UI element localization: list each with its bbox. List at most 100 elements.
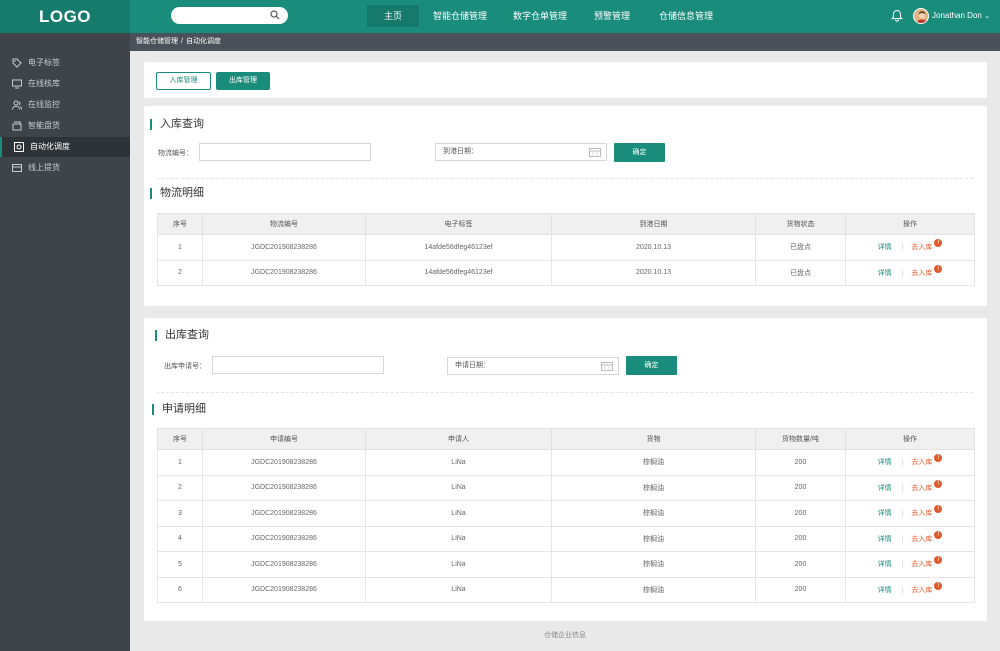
inbound-confirm-button[interactable]: 确定 [614,143,665,162]
nav-smart-storage[interactable]: 智能仓储管理 [427,5,493,27]
cell-code: JGDC201908238286 [202,449,366,476]
search-input[interactable] [171,7,288,24]
sidebar-item-inventory[interactable]: 智能盘货 [0,116,130,136]
alert-icon: ! [934,264,943,273]
sidebar-item-label: 自动化调度 [30,142,70,151]
apply-number-label: 出库申请号： [164,363,206,370]
tab-inbound[interactable]: 入库管理 [156,72,211,90]
table-row: 2 JGDC201908238286 LiNa 棕榈油 200 详情 | 去入库! [157,474,975,501]
cell-code: JGDC201908238286 [202,259,366,286]
bell-icon[interactable] [891,9,903,22]
cell-no: 2 [157,474,203,501]
cell-person: LiNa [365,500,552,527]
col-header: 到港日期 [551,213,756,235]
tab-outbound[interactable]: 出库管理 [216,72,270,90]
table-row: 4 JGDC201908238286 LiNa 棕榈油 200 详情 | 去入库! [157,525,975,552]
cell-qty: 200 [755,551,846,578]
detail-link[interactable]: 详情 [878,270,892,277]
col-header: 申请编号 [202,428,366,450]
cell-ops: 详情 | 去入库! [845,551,975,578]
stock-in-link[interactable]: 去入库 [911,244,932,251]
arrival-date-input[interactable]: 到港日期： [435,143,607,161]
cell-goods: 棕榈油 [551,551,756,578]
detail-link[interactable]: 详情 [878,510,892,517]
alert-icon: ! [934,505,943,514]
cell-no: 5 [157,551,203,578]
cell-person: LiNa [365,551,552,578]
sidebar: 电子标签 在线核库 在线监控 智能盘货 自动化调度 线上提货 [0,33,130,651]
apply-detail-title: 申请明细 [152,404,206,415]
table-row: 2 JGDC201908238286 14afde56dfeg46123ef 2… [157,259,975,286]
cell-ops: 详情 | 去入库! [845,474,975,501]
arrival-date-label: 到港日期： [443,148,478,155]
col-header: 序号 [157,213,203,235]
outbound-confirm-button[interactable]: 确定 [626,356,677,375]
op-separator: | [901,459,904,467]
cell-ops: 详情 | 去入库! [845,259,975,286]
cell-no: 3 [157,500,203,527]
alert-icon: ! [934,530,943,539]
sidebar-item-online-check[interactable]: 在线核库 [0,74,130,94]
user-menu[interactable]: Jonathan Don ⌄ [932,11,990,20]
col-header: 电子标签 [365,213,552,235]
avatar[interactable] [913,8,929,24]
cell-person: LiNa [365,449,552,476]
footer-text: 仓储企业信息 [544,632,586,639]
cell-ops: 详情 | 去入库! [845,525,975,552]
sidebar-item-e-tag[interactable]: 电子标签 [0,53,130,73]
cell-code: JGDC201908238286 [202,576,366,603]
sidebar-item-label: 电子标签 [28,58,60,67]
logistics-table: 序号 物流编号 电子标签 到港日期 货物状态 操作 1 JGDC20190823… [157,213,975,286]
sidebar-item-scheduling[interactable]: 自动化调度 [0,137,130,157]
cell-no: 2 [157,259,203,286]
detail-link[interactable]: 详情 [878,536,892,543]
breadcrumb: 智能仓储管理 / 自动化调度 [130,33,1000,51]
tracking-number-input[interactable] [199,143,371,161]
detail-link[interactable]: 详情 [878,244,892,251]
cell-qty: 200 [755,500,846,527]
alert-icon: ! [934,239,943,248]
op-separator: | [901,269,904,277]
nav-storage-info[interactable]: 仓储信息管理 [653,5,719,27]
cell-no: 1 [157,234,203,261]
detail-link[interactable]: 详情 [878,587,892,594]
nav-warning[interactable]: 预警管理 [588,5,636,27]
stock-in-link[interactable]: 去入库 [911,485,932,492]
search-icon[interactable] [270,10,280,20]
nav-digital-receipt[interactable]: 数字仓单管理 [507,5,573,27]
stock-in-link[interactable]: 去入库 [911,270,932,277]
stock-in-link[interactable]: 去入库 [911,561,932,568]
detail-link[interactable]: 详情 [878,459,892,466]
cell-goods: 棕榈油 [551,449,756,476]
calendar-icon[interactable] [601,362,613,371]
stock-in-link[interactable]: 去入库 [911,536,932,543]
cell-qty: 200 [755,576,846,603]
cell-no: 1 [157,449,203,476]
users-icon [12,100,22,110]
sidebar-item-pickup[interactable]: 线上提货 [0,158,130,178]
breadcrumb-parent[interactable]: 智能仓储管理 [136,38,178,45]
col-header: 货物 [551,428,756,450]
tag-icon [12,58,22,68]
col-header: 申请人 [365,428,552,450]
apply-date-input[interactable]: 申请日期： [447,357,619,375]
logo[interactable]: LOGO [0,0,130,33]
stock-in-link[interactable]: 去入库 [911,510,932,517]
cell-goods: 棕榈油 [551,500,756,527]
detail-link[interactable]: 详情 [878,485,892,492]
cell-no: 4 [157,525,203,552]
calendar-icon[interactable] [589,148,601,157]
stock-in-link[interactable]: 去入库 [911,587,932,594]
col-header: 操作 [845,213,975,235]
logistics-title: 物流明细 [150,188,204,199]
sidebar-item-monitor[interactable]: 在线监控 [0,95,130,115]
detail-link[interactable]: 详情 [878,561,892,568]
apply-number-input[interactable] [212,356,384,374]
nav-home[interactable]: 主页 [367,5,419,27]
cell-qty: 200 [755,525,846,552]
table-row: 3 JGDC201908238286 LiNa 棕榈油 200 详情 | 去入库! [157,500,975,527]
apply-table: 序号 申请编号 申请人 货物 货物数量/吨 操作 1 JGDC201908238… [157,428,975,603]
stock-in-link[interactable]: 去入库 [911,459,932,466]
monitor-icon [12,79,22,89]
apply-date-label: 申请日期： [455,362,490,369]
